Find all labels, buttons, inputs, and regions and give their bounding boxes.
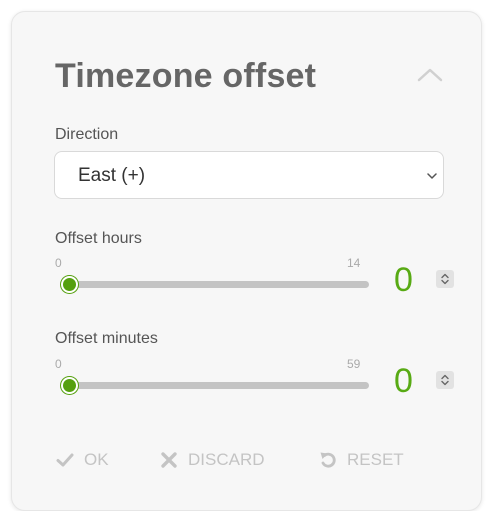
offset-minutes-value: 0 [394,362,413,400]
offset-hours-thumb[interactable] [60,276,78,293]
offset-hours-max-label: 14 [347,256,361,270]
offset-minutes-stepper[interactable] [436,371,454,389]
close-icon [161,452,177,468]
panel-title: Timezone offset [55,57,317,95]
chevron-up-icon [417,68,443,82]
offset-minutes-min-label: 0 [55,357,62,371]
offset-hours-min-label: 0 [55,256,62,270]
offset-minutes-track[interactable] [65,382,369,389]
check-icon [56,453,74,467]
offset-hours-value: 0 [394,261,413,299]
offset-minutes-label: Offset minutes [55,330,158,347]
offset-hours-stepper[interactable] [436,270,454,288]
ok-button-label: OK [84,450,109,469]
discard-button[interactable]: DISCARD [159,448,265,472]
action-bar: OK DISCARD RESET [55,448,455,472]
reset-button[interactable]: RESET [318,448,404,472]
offset-minutes-slider-group: 0 59 0 [55,357,455,417]
offset-minutes-thumb[interactable] [60,377,78,394]
offset-minutes-max-label: 59 [347,357,361,371]
direction-select-value: East (+) [78,165,146,186]
ok-button[interactable]: OK [55,448,109,472]
timezone-offset-panel: Timezone offset Direction East (+) Offse… [11,11,482,511]
direction-label: Direction [55,126,119,143]
direction-select[interactable]: East (+) [54,151,444,199]
stepper-arrows-icon [441,374,449,386]
chevron-down-icon [427,173,437,179]
offset-hours-label: Offset hours [55,230,142,247]
reset-button-label: RESET [347,450,404,469]
offset-hours-slider-group: 0 14 0 [55,256,455,316]
collapse-button[interactable] [412,60,448,90]
undo-icon [320,452,336,468]
stepper-arrows-icon [441,273,449,285]
offset-hours-track[interactable] [65,281,369,288]
discard-button-label: DISCARD [188,450,265,469]
